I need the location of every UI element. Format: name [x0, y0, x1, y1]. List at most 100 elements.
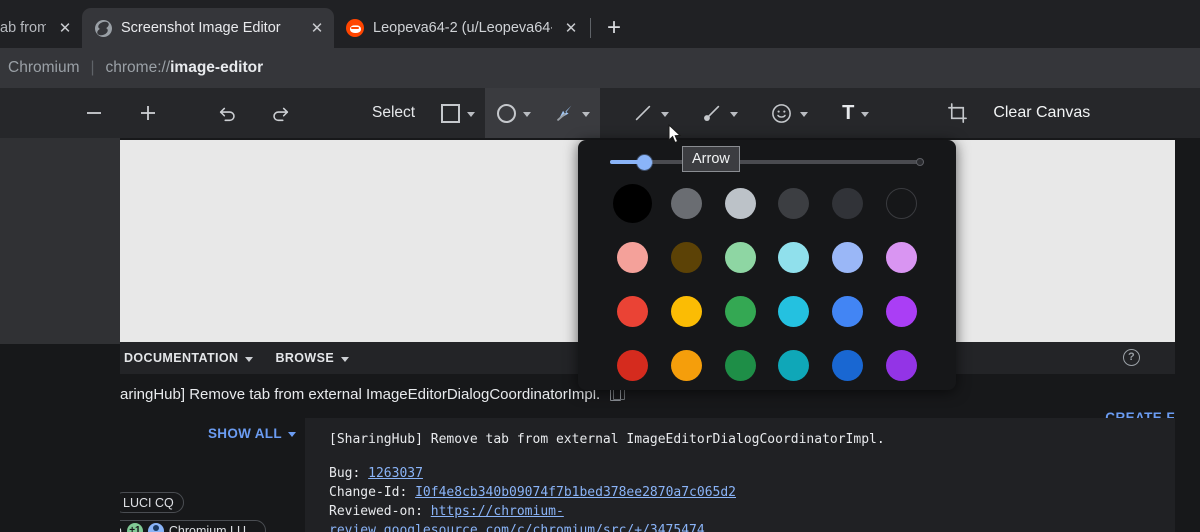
color-swatch-darker-grey[interactable] — [821, 184, 875, 222]
zoom-out-button[interactable] — [72, 88, 116, 138]
color-swatch-light-red[interactable] — [606, 238, 660, 276]
color-swatch-light-grey[interactable] — [713, 184, 767, 222]
color-swatch-light-magenta[interactable] — [874, 238, 928, 276]
change-subject-visible: aringHub] Remove tab from external Image… — [120, 386, 600, 403]
chevron-down-icon[interactable] — [730, 112, 738, 117]
swatch-dot — [725, 188, 756, 219]
color-swatch-light-blue[interactable] — [821, 238, 875, 276]
color-swatch-purple[interactable] — [874, 346, 928, 384]
bug-link[interactable]: 1263037 — [368, 466, 423, 481]
color-swatch-light-green[interactable] — [713, 238, 767, 276]
color-swatch-blue[interactable] — [821, 292, 875, 330]
shape-ellipse-tool[interactable] — [485, 88, 541, 138]
chip-luci-cq[interactable]: LUCI CQ — [120, 492, 184, 513]
help-icon[interactable]: ? — [1123, 349, 1140, 366]
chevron-down-icon[interactable] — [661, 112, 669, 117]
omnibox-url: chrome://image-editor — [106, 59, 264, 77]
color-swatch-yellow[interactable] — [660, 292, 714, 330]
swatch-dot — [671, 350, 702, 381]
highlighter-tool[interactable] — [689, 88, 748, 138]
color-swatch-red[interactable] — [606, 292, 660, 330]
tab-strip: ab from e ✕ Screenshot Image Editor ✕ Le… — [0, 0, 1200, 48]
swatch-dot — [778, 350, 809, 381]
swatch-dot — [886, 296, 917, 327]
swatch-dot — [617, 296, 648, 327]
select-button[interactable]: Select — [358, 104, 429, 122]
swatch-dot — [671, 296, 702, 327]
commit-changeid-line: Change-Id: I0f4e8cb340b09074f7b1bed378ee… — [329, 483, 1175, 502]
reviewed-on-link-1[interactable]: https://chromium- — [431, 504, 564, 519]
crop-button[interactable] — [935, 88, 979, 138]
clear-canvas-button[interactable]: Clear Canvas — [979, 104, 1090, 122]
chevron-down-icon[interactable] — [800, 112, 808, 117]
color-swatch-dark-blue[interactable] — [821, 346, 875, 384]
shape-rectangle-tool[interactable] — [429, 88, 485, 138]
color-swatch-cyan[interactable] — [767, 292, 821, 330]
chevron-down-icon[interactable] — [245, 357, 253, 362]
slider-thumb[interactable] — [637, 155, 652, 170]
emoji-icon — [770, 102, 793, 125]
color-swatch-dark-grey[interactable] — [767, 184, 821, 222]
reviewed-on-link-2[interactable]: review.googlesource.com/c/chromium/src/+… — [329, 523, 705, 532]
close-icon[interactable]: ✕ — [54, 17, 76, 39]
close-icon[interactable]: ✕ — [306, 17, 328, 39]
nav-label: BROWSE — [275, 351, 334, 365]
tab-title: Screenshot Image Editor — [121, 20, 298, 36]
nav-label: DOCUMENTATION — [124, 351, 238, 365]
color-swatch-light-cyan[interactable] — [767, 238, 821, 276]
color-swatch-dark-yellow[interactable] — [660, 238, 714, 276]
browser-tab-screenshot-image-editor[interactable]: Screenshot Image Editor ✕ — [82, 8, 334, 48]
swatch-dot — [671, 188, 702, 219]
chevron-down-icon[interactable] — [523, 112, 531, 117]
new-tab-button[interactable]: + — [597, 11, 631, 45]
chevron-down-icon[interactable] — [582, 112, 590, 117]
color-swatch-transparent[interactable] — [874, 184, 928, 222]
commit-reviewedon-line: Reviewed-on: https://chromium- — [329, 502, 1175, 521]
browser-tab-0[interactable]: ab from e ✕ — [0, 8, 82, 48]
nav-item-documentation[interactable]: DOCUMENTATION — [124, 351, 253, 365]
change-id-link[interactable]: I0f4e8cb340b09074f7b1bed378ee2870a7c065d… — [415, 485, 736, 500]
color-swatch-magenta[interactable] — [874, 292, 928, 330]
omnibox-divider: | — [90, 59, 94, 77]
emoji-tool[interactable] — [758, 88, 818, 138]
undo-button[interactable] — [206, 88, 250, 138]
chevron-down-icon[interactable] — [341, 357, 349, 362]
line-icon — [632, 102, 654, 124]
show-all-button[interactable]: SHOW ALL — [208, 426, 296, 441]
arrow-tool[interactable] — [541, 88, 600, 138]
mouse-cursor — [668, 124, 682, 145]
plus-icon — [137, 102, 159, 124]
color-swatch-grey[interactable] — [660, 184, 714, 222]
zoom-in-button[interactable] — [126, 88, 170, 138]
color-swatch-dark-red[interactable] — [606, 346, 660, 384]
swatch-dot — [778, 242, 809, 273]
redo-icon — [269, 102, 291, 124]
slider-track[interactable] — [610, 160, 924, 164]
chevron-down-icon[interactable] — [861, 112, 869, 117]
bug-key: Bug: — [329, 466, 360, 481]
color-swatch-green[interactable] — [713, 292, 767, 330]
color-swatch-black[interactable] — [606, 184, 660, 222]
nav-item-browse[interactable]: BROWSE — [275, 351, 349, 365]
globe-icon — [94, 19, 112, 37]
plus-one-badge: +1 — [127, 523, 143, 532]
browser-tab-reddit[interactable]: Leopeva64-2 (u/Leopeva64-2) - R ✕ — [334, 8, 588, 48]
chip-chromium-luci[interactable]: en +1 Chromium LU... — [120, 520, 266, 532]
color-swatch-dark-green[interactable] — [713, 346, 767, 384]
ellipse-icon — [497, 104, 516, 123]
redo-button[interactable] — [258, 88, 302, 138]
close-icon[interactable]: ✕ — [560, 17, 582, 39]
chevron-down-icon[interactable] — [288, 432, 296, 437]
color-swatch-teal[interactable] — [767, 346, 821, 384]
stroke-size-slider[interactable] — [610, 153, 924, 171]
omnibox-row[interactable]: Chromium | chrome://image-editor — [0, 48, 1200, 88]
browser-window: ab from e ✕ Screenshot Image Editor ✕ Le… — [0, 0, 1200, 532]
tab-divider — [590, 18, 591, 38]
omnibox-brand: Chromium — [8, 59, 79, 77]
chevron-down-icon[interactable] — [467, 112, 475, 117]
commit-reviewedon-line-2: review.googlesource.com/c/chromium/src/+… — [329, 521, 1175, 532]
text-tool[interactable]: T — [830, 88, 879, 138]
color-swatch-orange[interactable] — [660, 346, 714, 384]
tab-title: ab from e — [0, 20, 46, 36]
change-id-key: Change-Id: — [329, 485, 407, 500]
